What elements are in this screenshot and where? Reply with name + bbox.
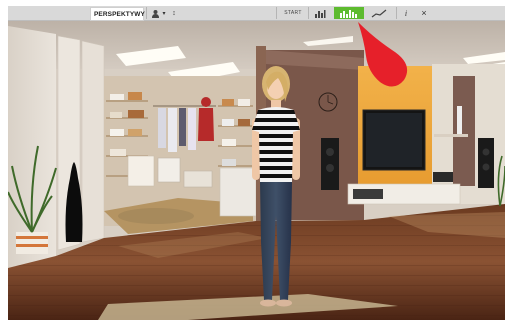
room-scene (8, 14, 505, 320)
top-toolbar: PERSPEKTYWY ▾ ↕ START i × (8, 6, 505, 21)
pin-icon[interactable]: ↕ (170, 7, 178, 19)
user-icon[interactable] (150, 7, 160, 19)
toolbar-divider (146, 7, 147, 19)
chevron-icon[interactable]: ▾ (160, 7, 168, 19)
perspektywy-logo[interactable]: PERSPEKTYWY (90, 7, 145, 21)
pointer-marker-icon (358, 22, 408, 87)
trend-line-icon[interactable] (368, 7, 390, 19)
toolbar-divider (276, 7, 277, 19)
toolbar-divider (308, 7, 309, 19)
start-button[interactable]: START (280, 7, 306, 19)
info-icon[interactable]: i (400, 7, 412, 19)
logo-text: PERSPEKTYWY (94, 10, 145, 18)
app-frame: PERSPEKTYWY ▾ ↕ START i × (8, 6, 505, 320)
bar-chart-icon[interactable] (310, 7, 330, 19)
toolbar-divider (396, 7, 397, 19)
close-icon[interactable]: × (418, 7, 430, 19)
bar-chart-active-icon[interactable] (334, 7, 364, 19)
